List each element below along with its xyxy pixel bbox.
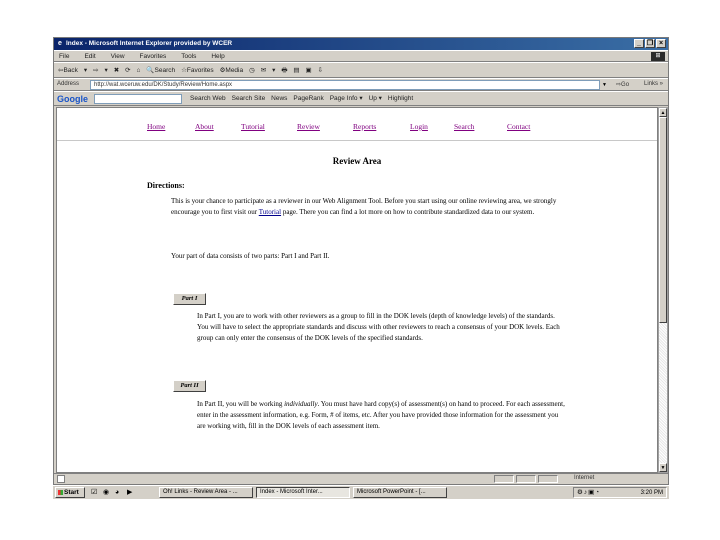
status-bar: Internet — [54, 473, 668, 484]
mail-dropdown[interactable]: ▾ — [272, 67, 275, 74]
quicklaunch-desktop-icon[interactable]: ☑ — [91, 488, 97, 497]
links-button[interactable]: Links » — [644, 81, 663, 87]
task-powerpoint[interactable]: Microsoft PowerPoint - [... — [353, 487, 447, 498]
start-button[interactable]: Start — [55, 487, 85, 498]
part-1-description: In Part I, you are to work with other re… — [197, 312, 560, 342]
system-tray: ⚙♪▣◔ 3:20 PM — [573, 487, 667, 498]
part-2-description: In Part II, you will be working individu… — [197, 399, 567, 432]
highlight-button[interactable]: Highlight — [388, 95, 413, 102]
taskbar: Start ☑ ◉ ◕ ▶ Oh! Links - Review Area - … — [53, 485, 669, 499]
menu-help[interactable]: Help — [211, 53, 224, 60]
tutorial-link[interactable]: Tutorial — [259, 208, 281, 216]
search-site-button[interactable]: Search Site — [232, 95, 266, 102]
status-segment — [538, 475, 558, 483]
nav-search[interactable]: Search — [454, 122, 474, 131]
history-icon[interactable]: ◷ — [249, 67, 255, 74]
pagerank-indicator[interactable]: PageRank — [293, 95, 323, 102]
parts-paragraph: Your part of data consists of two parts:… — [171, 252, 330, 260]
refresh-icon[interactable]: ⟳ — [125, 67, 130, 74]
tray-icons[interactable]: ⚙♪▣◔ — [577, 488, 600, 496]
download-icon[interactable]: ⇩ — [318, 67, 323, 74]
page-title: Review Area — [332, 156, 382, 166]
google-toolbar: Google Search Web Search Site News PageR… — [54, 91, 668, 106]
quicklaunch-outlook-icon[interactable]: ◕ — [115, 488, 119, 497]
edit-icon[interactable]: ▤ — [293, 67, 299, 74]
status-segment — [516, 475, 536, 483]
media-button[interactable]: ⚙Media — [220, 67, 244, 74]
home-icon[interactable]: ⌂ — [137, 67, 141, 74]
address-input[interactable]: http://wat.wceruw.edu/DK/Study/Review/Ho… — [90, 80, 608, 90]
scroll-thumb[interactable] — [659, 117, 667, 323]
forward-button[interactable]: ⇨ — [93, 67, 98, 74]
page-icon — [57, 475, 65, 483]
google-toolbar-items: Search Web Search Site News PageRank Pag… — [186, 92, 413, 106]
menu-file[interactable]: File — [59, 53, 69, 60]
go-button[interactable]: ⇨Go — [616, 81, 629, 88]
page-info-button[interactable]: Page Info ▾ — [330, 95, 363, 102]
nav-contact[interactable]: Contact — [507, 122, 530, 131]
nav-reports[interactable]: Reports — [353, 122, 376, 131]
clock: 3:20 PM — [640, 490, 663, 496]
nav-tutorial[interactable]: Tutorial — [241, 122, 265, 131]
google-search-input[interactable] — [94, 94, 182, 104]
up-button[interactable]: Up ▾ — [369, 95, 382, 102]
browser-window: e Index - Microsoft Internet Explorer pr… — [53, 37, 669, 485]
menu-edit[interactable]: Edit — [84, 53, 95, 60]
part-1-button[interactable]: Part I — [173, 293, 206, 305]
menu-tools[interactable]: Tools — [181, 53, 196, 60]
ie-icon: e — [58, 40, 62, 47]
standard-toolbar: ⇦Back ▾ ⇨ ▾ ✖ ⟳ ⌂ 🔍Search ☆Favorites ⚙Me… — [54, 62, 668, 78]
back-button[interactable]: ⇦Back — [58, 67, 78, 74]
close-button[interactable]: × — [656, 39, 666, 48]
back-dropdown[interactable]: ▾ — [84, 67, 87, 74]
internet-zone: Internet — [574, 475, 595, 481]
nav-about[interactable]: About — [195, 122, 214, 131]
search-web-button[interactable]: Search Web — [190, 95, 226, 102]
site-nav: Home About Tutorial Review Reports Login… — [57, 122, 657, 132]
divider — [57, 140, 657, 141]
nav-home[interactable]: Home — [147, 122, 165, 131]
page-content: Home About Tutorial Review Reports Login… — [56, 107, 658, 473]
favorites-button[interactable]: ☆Favorites — [181, 67, 214, 74]
status-segment — [494, 475, 514, 483]
scroll-up-icon[interactable]: ▲ — [659, 108, 667, 117]
forward-dropdown[interactable]: ▾ — [104, 67, 107, 74]
address-dropdown-icon[interactable]: ▼ — [599, 80, 609, 90]
menu-bar: File Edit View Favorites Tools Help ⊞ — [54, 50, 668, 62]
quicklaunch-media-icon[interactable]: ▶ — [127, 488, 132, 497]
vertical-scrollbar[interactable]: ▲ ▼ — [658, 107, 668, 473]
window-title: Index - Microsoft Internet Explorer prov… — [66, 40, 233, 47]
stop-icon[interactable]: ✖ — [114, 67, 119, 74]
quicklaunch-ie-icon[interactable]: ◉ — [103, 488, 109, 497]
menu-view[interactable]: View — [111, 53, 125, 60]
minimize-button[interactable]: _ — [634, 39, 644, 48]
part-2-emphasis: individually — [284, 400, 318, 408]
nav-login[interactable]: Login — [410, 122, 428, 131]
address-label: Address — [57, 81, 80, 87]
task-review-area[interactable]: Oh! Links - Review Area - ... — [159, 487, 253, 498]
address-bar: Address http://wat.wceruw.edu/DK/Study/R… — [54, 78, 668, 91]
title-bar: e Index - Microsoft Internet Explorer pr… — [54, 38, 668, 50]
scroll-down-icon[interactable]: ▼ — [659, 463, 667, 472]
intro-paragraph: This is your chance to participate as a … — [171, 196, 571, 218]
news-button[interactable]: News — [271, 95, 287, 102]
maximize-button[interactable]: ❐ — [645, 39, 655, 48]
part-2-text-start: In Part II, you will be working — [197, 400, 285, 408]
task-index-ie[interactable]: Index - Microsoft Inter... — [256, 487, 350, 498]
window-controls: _ ❐ × — [634, 39, 666, 48]
search-button[interactable]: 🔍Search — [146, 67, 175, 74]
menu-favorites[interactable]: Favorites — [140, 53, 167, 60]
part-2-button[interactable]: Part II — [173, 380, 206, 392]
mail-icon[interactable]: ✉ — [261, 67, 266, 74]
windows-logo-icon: ⊞ — [651, 52, 665, 61]
nav-review[interactable]: Review — [297, 122, 320, 131]
directions-label: Directions: — [147, 181, 185, 190]
discuss-icon[interactable]: ▣ — [306, 67, 312, 74]
print-icon[interactable]: 🖶 — [281, 67, 287, 74]
intro-text-end: page. There you can find a lot more on h… — [281, 208, 535, 216]
google-logo[interactable]: Google — [57, 92, 88, 106]
